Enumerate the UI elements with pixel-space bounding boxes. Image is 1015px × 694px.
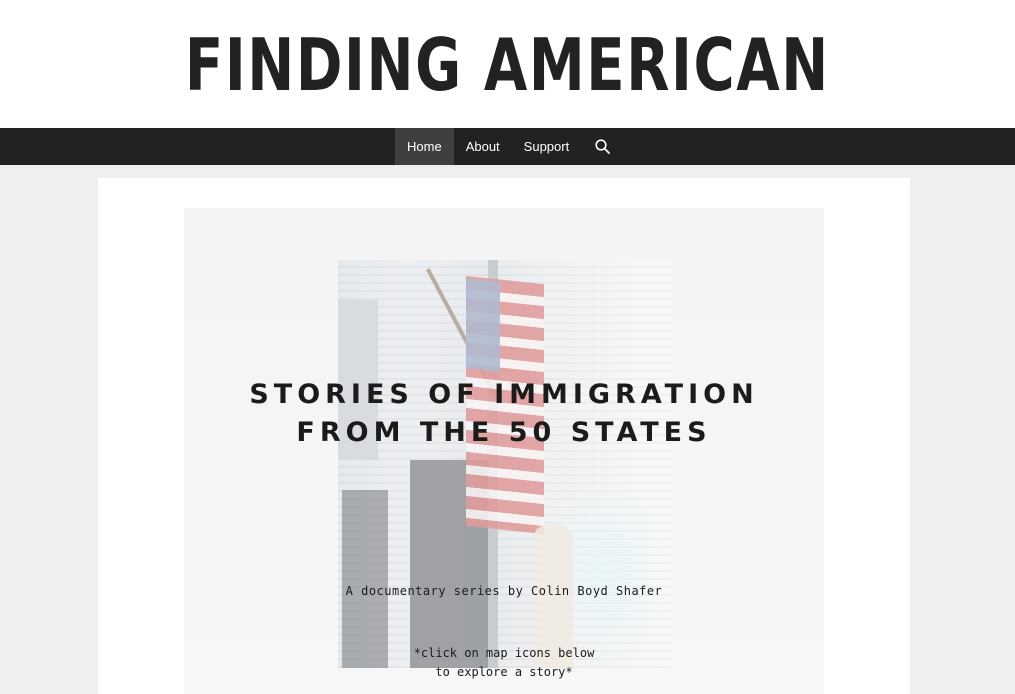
hero-banner: STORIES OF IMMIGRATION FROM THE 50 STATE… [184, 208, 824, 694]
hero-instruction-line1: *click on map icons below [413, 646, 595, 660]
hero-subtitle: A documentary series by Colin Boyd Shafe… [345, 584, 663, 598]
main-content: STORIES OF IMMIGRATION FROM THE 50 STATE… [98, 178, 910, 694]
nav-item-support[interactable]: Support [512, 128, 582, 165]
photo-overlay [338, 260, 672, 668]
nav-item-home[interactable]: Home [395, 128, 454, 165]
site-header: FINDING AMERICAN [0, 0, 1015, 128]
nav-item-about[interactable]: About [454, 128, 512, 165]
search-button[interactable] [581, 128, 624, 165]
hero-instruction: *click on map icons below to explore a s… [184, 644, 824, 682]
site-title[interactable]: FINDING AMERICAN [112, 22, 904, 108]
hero-heading-line2: FROM THE 50 STATES [296, 417, 712, 448]
search-icon [595, 139, 611, 154]
hero-heading: STORIES OF IMMIGRATION FROM THE 50 STATE… [184, 376, 824, 452]
nav-menu: Home About Support [395, 128, 624, 165]
hero-instruction-line2: to explore a story* [435, 665, 573, 679]
hero-photo-flag-house [338, 260, 672, 668]
hero-heading-line1: STORIES OF IMMIGRATION [249, 379, 759, 410]
main-navigation: Home About Support [0, 128, 1015, 165]
